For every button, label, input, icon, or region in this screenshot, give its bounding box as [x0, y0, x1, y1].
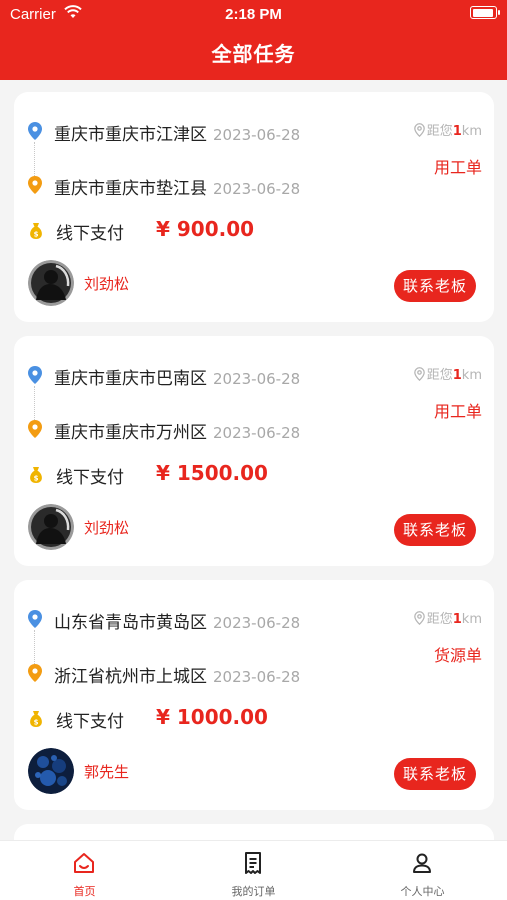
distance-value: 1 — [452, 124, 462, 139]
location-pin-icon — [28, 122, 42, 140]
tab-label: 我的订单 — [231, 885, 276, 898]
money-bag-icon: $ — [30, 711, 42, 727]
distance-value: 1 — [452, 612, 462, 627]
origin-date: 2023-06-28 — [213, 126, 301, 144]
order-type: 用工单 — [433, 402, 482, 421]
svg-text:$: $ — [34, 231, 39, 239]
task-card[interactable]: 重庆市重庆市江津区 2023-06-28 重庆市重庆市垫江县 2023-06-28 … — [14, 92, 494, 322]
tab-profile[interactable]: 个人中心 — [338, 841, 507, 900]
tab-my-orders[interactable]: 我的订单 — [169, 841, 338, 900]
origin-date: 2023-06-28 — [213, 614, 301, 632]
money-bag-icon: $ — [30, 223, 42, 239]
distance-pin-icon — [413, 611, 425, 625]
distance-unit: km — [461, 124, 482, 139]
app-header: Carrier 2:18 PM 全部任务 — [0, 0, 507, 80]
contact-boss-button[interactable]: 联系老板 — [394, 758, 476, 790]
distance-unit: km — [461, 368, 482, 383]
payment-method: 线下支付 — [56, 224, 124, 244]
location-pin-icon — [28, 366, 42, 384]
contact-boss-button[interactable]: 联系老板 — [394, 514, 476, 546]
location-pin-icon — [28, 610, 42, 628]
location-pin-icon — [28, 420, 42, 438]
order-type: 用工单 — [433, 158, 482, 177]
price: ¥ 1000.00 — [156, 705, 268, 729]
route-divider — [34, 630, 35, 664]
home-icon — [74, 853, 94, 873]
origin-text: 重庆市重庆市江津区 — [54, 125, 207, 145]
destination-text: 重庆市重庆市垫江县 — [54, 179, 207, 199]
origin-text: 山东省青岛市黄岛区 — [54, 613, 207, 633]
task-list: 重庆市重庆市江津区 2023-06-28 重庆市重庆市垫江县 2023-06-28 … — [14, 92, 494, 878]
distance-prefix: 距您 — [426, 124, 453, 139]
origin-address: 山东省青岛市黄岛区 2023-06-28 — [54, 608, 300, 633]
task-card[interactable]: 重庆市重庆市巴南区 2023-06-28 重庆市重庆市万州区 2023-06-28 … — [14, 336, 494, 566]
origin-address: 重庆市重庆市巴南区 2023-06-28 — [54, 364, 300, 389]
avatar — [28, 504, 74, 550]
task-card[interactable]: 山东省青岛市黄岛区 2023-06-28 浙江省杭州市上城区 2023-06-28 … — [14, 580, 494, 810]
tab-home[interactable]: 首页 — [0, 841, 169, 900]
destination-text: 重庆市重庆市万州区 — [54, 423, 207, 443]
distance-value: 1 — [452, 368, 462, 383]
svg-text:$: $ — [34, 719, 39, 727]
destination-date: 2023-06-28 — [213, 668, 301, 686]
distance-prefix: 距您 — [426, 612, 453, 627]
distance-pin-icon — [413, 367, 425, 381]
svg-text:$: $ — [34, 475, 39, 483]
boss-name: 郭先生 — [84, 763, 130, 781]
location-pin-icon — [28, 664, 42, 682]
order-icon — [245, 852, 261, 874]
contact-boss-button[interactable]: 联系老板 — [394, 270, 476, 302]
order-type: 货源单 — [433, 646, 482, 665]
destination-date: 2023-06-28 — [213, 424, 301, 442]
location-pin-icon — [28, 176, 42, 194]
route-divider — [34, 386, 35, 420]
destination-address: 重庆市重庆市垫江县 2023-06-28 — [54, 174, 300, 199]
distance-unit: km — [461, 612, 482, 627]
clock: 2:18 PM — [225, 6, 282, 23]
payment-method: 线下支付 — [56, 712, 124, 732]
origin-address: 重庆市重庆市江津区 2023-06-28 — [54, 120, 300, 145]
tab-bar: 首页 我的订单 个人中心 — [0, 840, 507, 900]
price: ¥ 900.00 — [156, 217, 255, 241]
battery-icon — [470, 6, 500, 19]
destination-address: 浙江省杭州市上城区 2023-06-28 — [54, 662, 300, 687]
distance-pin-icon — [413, 123, 425, 137]
distance-label: 距您1km — [413, 608, 482, 627]
origin-text: 重庆市重庆市巴南区 — [54, 369, 207, 389]
tab-label: 首页 — [73, 885, 96, 898]
distance-label: 距您1km — [413, 120, 482, 139]
origin-date: 2023-06-28 — [213, 370, 301, 388]
page-title: 全部任务 — [211, 42, 296, 66]
distance-label: 距您1km — [413, 364, 482, 383]
destination-date: 2023-06-28 — [213, 180, 301, 198]
destination-text: 浙江省杭州市上城区 — [54, 667, 207, 687]
tab-label: 个人中心 — [400, 885, 445, 898]
avatar — [28, 260, 74, 306]
user-icon — [413, 853, 431, 873]
boss-name: 刘劲松 — [84, 519, 130, 537]
boss-name: 刘劲松 — [84, 275, 130, 293]
money-bag-icon: $ — [30, 467, 42, 483]
payment-method: 线下支付 — [56, 468, 124, 488]
avatar — [28, 748, 74, 794]
status-bar: Carrier 2:18 PM — [0, 0, 507, 28]
route-divider — [34, 142, 35, 176]
price: ¥ 1500.00 — [156, 461, 268, 485]
destination-address: 重庆市重庆市万州区 2023-06-28 — [54, 418, 300, 443]
distance-prefix: 距您 — [426, 368, 453, 383]
